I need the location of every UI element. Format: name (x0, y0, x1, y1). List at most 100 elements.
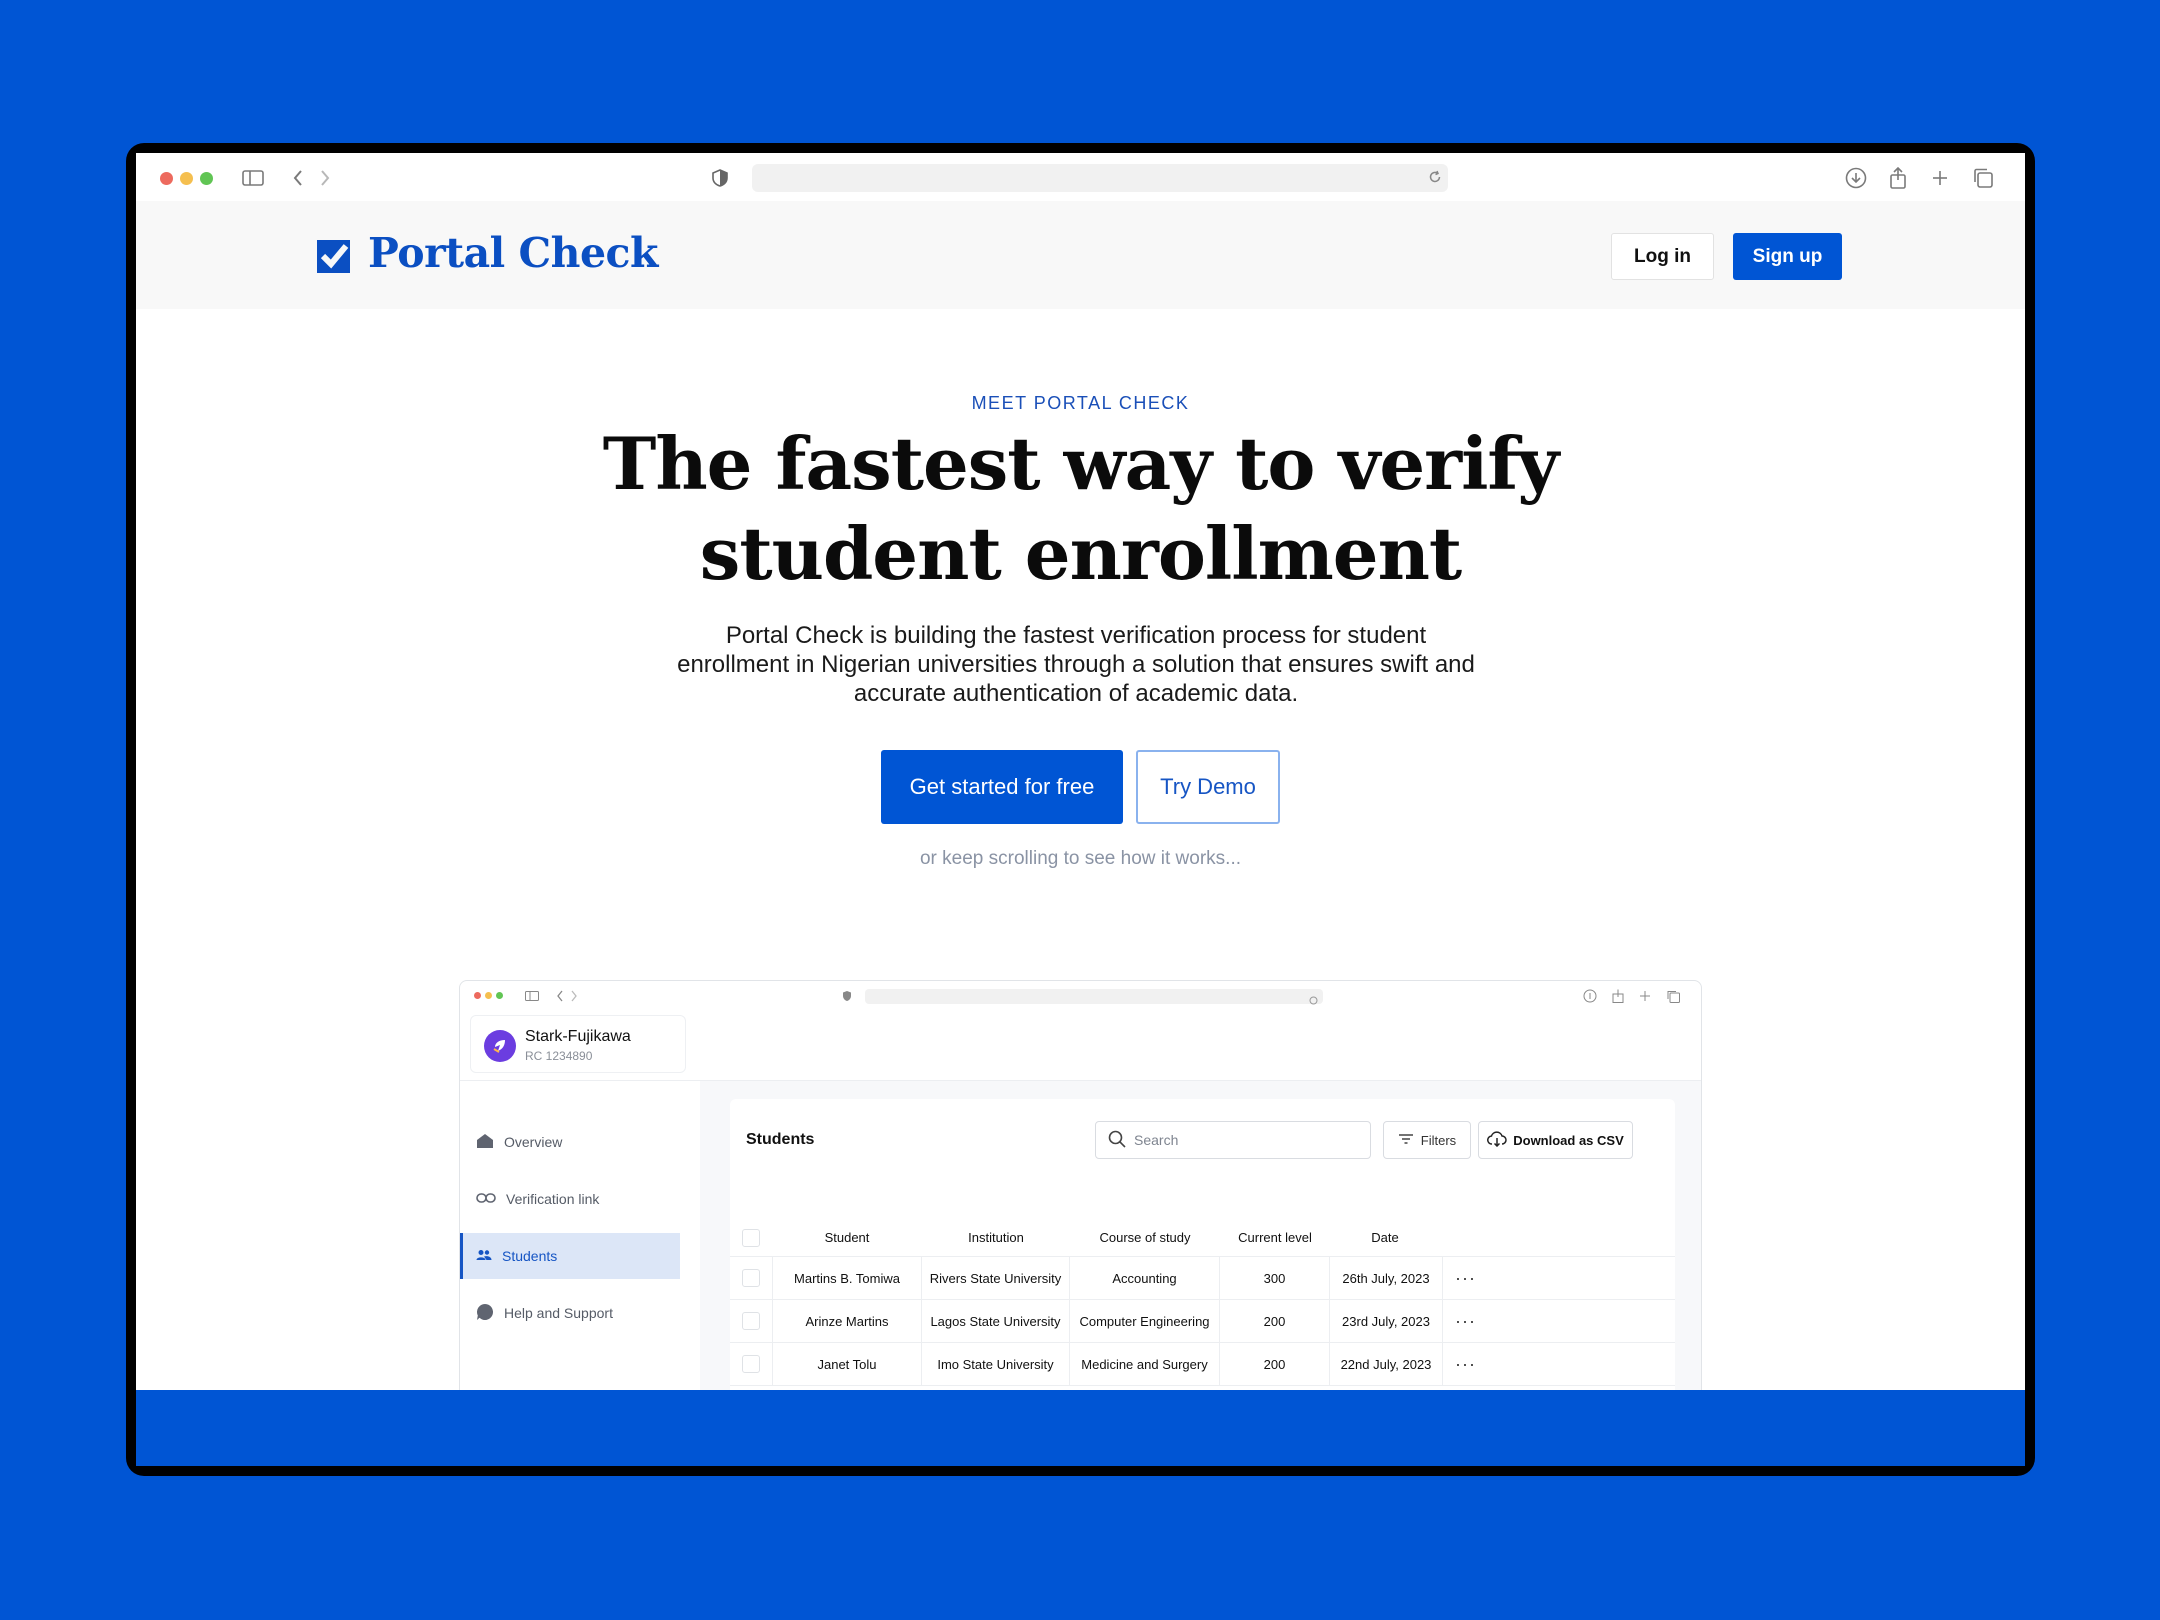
cell-course: Medicine and Surgery (1070, 1343, 1220, 1385)
filter-icon (1398, 1133, 1414, 1148)
preview-reload-icon (1309, 992, 1318, 1010)
headline-line-2: student enrollment (699, 511, 1462, 596)
cell-student: Martins B. Tomiwa (772, 1257, 922, 1299)
sidebar-item-label: Verification link (506, 1191, 600, 1207)
org-avatar-icon (484, 1030, 516, 1062)
row-checkbox[interactable] (742, 1312, 760, 1330)
bottom-blue-band (136, 1390, 2025, 1466)
app-main: Students Search Filters Download as CSV … (700, 1081, 1701, 1409)
preview-sidebar-icon (524, 988, 540, 1004)
users-icon (476, 1248, 492, 1264)
download-csv-button[interactable]: Download as CSV (1478, 1121, 1633, 1159)
app-header: Stark-Fujikawa RC 1234890 (460, 1011, 1701, 1081)
column-header-institution: Institution (968, 1230, 1024, 1245)
tab-overview-icon[interactable] (1970, 165, 1996, 191)
cell-date: 26th July, 2023 (1330, 1257, 1443, 1299)
preview-zoom-dot (496, 992, 503, 999)
cell-date: 23rd July, 2023 (1330, 1300, 1443, 1342)
brand-logo[interactable]: Portal Check (368, 229, 658, 277)
row-checkbox[interactable] (742, 1269, 760, 1287)
preview-address-bar (865, 989, 1323, 1005)
preview-minimize-dot (485, 992, 492, 999)
cell-date: 22nd July, 2023 (1330, 1343, 1443, 1385)
row-more-icon[interactable]: ··· (1443, 1257, 1488, 1299)
sidebar-toggle-icon[interactable] (240, 165, 266, 191)
column-header-level: Current level (1238, 1230, 1312, 1245)
zoom-window-button[interactable] (200, 172, 213, 185)
cell-course: Accounting (1070, 1257, 1220, 1299)
forward-icon[interactable] (312, 165, 338, 191)
column-header-date: Date (1371, 1230, 1399, 1245)
browser-toolbar (136, 153, 2025, 201)
sidebar-item-overview[interactable]: Overview (460, 1119, 680, 1165)
checkmark-logo-icon (317, 240, 350, 278)
cloud-download-icon (1487, 1130, 1507, 1150)
cell-level: 200 (1220, 1343, 1330, 1385)
filters-button[interactable]: Filters (1383, 1121, 1471, 1159)
browser-window: Portal Check Log in Sign up MEET PORTAL … (136, 153, 2025, 1466)
get-started-button[interactable]: Get started for free (881, 750, 1123, 824)
cell-institution: Rivers State University (922, 1257, 1070, 1299)
preview-close-dot (474, 992, 481, 999)
sidebar-item-label: Overview (504, 1134, 563, 1150)
chat-icon (476, 1303, 494, 1324)
cell-student: Arinze Martins (772, 1300, 922, 1342)
close-window-button[interactable] (160, 172, 173, 185)
filters-label: Filters (1420, 1132, 1457, 1148)
row-more-icon[interactable]: ··· (1443, 1343, 1488, 1385)
table-row[interactable]: Janet Tolu Imo State University Medicine… (730, 1343, 1675, 1386)
row-checkbox[interactable] (742, 1355, 760, 1373)
sidebar-item-label: Help and Support (504, 1305, 613, 1321)
reload-icon[interactable] (1428, 170, 1442, 189)
minimize-window-button[interactable] (180, 172, 193, 185)
org-rc-number: RC 1234890 (525, 1049, 593, 1063)
hero-headline: The fastest way to verify student enroll… (136, 419, 2025, 599)
signup-button[interactable]: Sign up (1733, 233, 1842, 280)
preview-shield-icon (839, 988, 855, 1004)
column-header-student: Student (824, 1230, 870, 1245)
sidebar-item-verification-link[interactable]: Verification link (460, 1176, 680, 1222)
back-icon[interactable] (285, 165, 311, 191)
search-input[interactable]: Search (1095, 1121, 1371, 1159)
home-icon (476, 1133, 494, 1152)
preview-browser-toolbar (460, 981, 1701, 1011)
download-csv-label: Download as CSV (1513, 1132, 1624, 1148)
cell-student: Janet Tolu (772, 1343, 922, 1385)
cell-institution: Imo State University (922, 1343, 1070, 1385)
site-header: Portal Check Log in Sign up (136, 201, 2025, 309)
row-more-icon[interactable]: ··· (1443, 1300, 1488, 1342)
cell-level: 200 (1220, 1300, 1330, 1342)
cell-level: 300 (1220, 1257, 1330, 1299)
link-icon (476, 1191, 496, 1207)
app-preview: Stark-Fujikawa RC 1234890 Overview Verif… (459, 980, 1702, 1410)
download-icon[interactable] (1843, 165, 1869, 191)
preview-forward-icon (566, 988, 582, 1004)
sidebar-item-help-and-support[interactable]: Help and Support (460, 1290, 680, 1336)
headline-line-1: The fastest way to verify (602, 421, 1560, 506)
table-row[interactable]: Martins B. Tomiwa Rivers State Universit… (730, 1257, 1675, 1300)
preview-download-icon (1582, 988, 1598, 1004)
students-title: Students (746, 1131, 815, 1148)
login-button[interactable]: Log in (1611, 233, 1714, 280)
table-row[interactable]: Arinze Martins Lagos State University Co… (730, 1300, 1675, 1343)
sidebar-item-students[interactable]: Students (460, 1233, 680, 1279)
search-placeholder: Search (1134, 1132, 1179, 1148)
preview-share-icon (1610, 988, 1626, 1004)
address-bar[interactable] (752, 164, 1448, 192)
share-icon[interactable] (1885, 165, 1911, 191)
select-all-checkbox[interactable] (742, 1229, 760, 1247)
hero-eyebrow: MEET PORTAL CHECK (971, 393, 1190, 413)
new-tab-icon[interactable] (1927, 165, 1953, 191)
scroll-hint: or keep scrolling to see how it works... (919, 848, 1242, 869)
org-name: Stark-Fujikawa (525, 1028, 631, 1045)
preview-tabs-icon (1665, 988, 1681, 1004)
hero-subcopy: Portal Check is building the fastest ver… (677, 622, 1475, 707)
cell-institution: Lagos State University (922, 1300, 1070, 1342)
cell-course: Computer Engineering (1070, 1300, 1220, 1342)
sidebar-item-label: Students (502, 1248, 558, 1264)
preview-new-tab-icon (1637, 988, 1653, 1004)
try-demo-button[interactable]: Try Demo (1136, 750, 1280, 824)
browser-frame: Portal Check Log in Sign up MEET PORTAL … (126, 143, 2035, 1476)
shield-icon[interactable] (707, 165, 733, 191)
org-switcher[interactable]: Stark-Fujikawa RC 1234890 (470, 1015, 686, 1073)
